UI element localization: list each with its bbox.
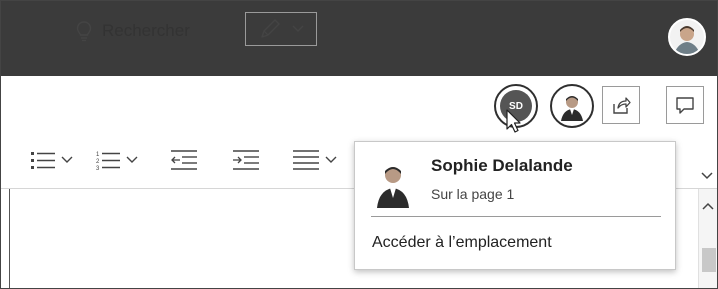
coauthor-avatar[interactable] <box>550 84 594 128</box>
lightbulb-icon <box>76 21 92 42</box>
scroll-up-button[interactable] <box>701 198 715 216</box>
pen-dropdown-button[interactable] <box>245 12 317 46</box>
account-avatar[interactable] <box>668 18 706 56</box>
chevron-up-icon <box>702 202 714 210</box>
scrollbar-thumb[interactable] <box>702 248 716 272</box>
share-button[interactable] <box>602 86 640 124</box>
decrease-indent-button[interactable] <box>170 148 198 172</box>
mouse-pointer-icon <box>506 109 522 140</box>
chevron-down-icon <box>325 156 337 163</box>
comment-icon <box>676 97 694 114</box>
chevron-down-icon <box>126 156 138 163</box>
coauthor-name: Sophie Delalande <box>431 156 573 175</box>
chevron-down-icon <box>701 172 713 180</box>
share-icon <box>613 97 631 114</box>
decrease-indent-icon <box>171 150 197 170</box>
comment-button[interactable] <box>666 86 704 124</box>
align-left-icon <box>293 150 319 170</box>
pen-icon <box>261 19 280 38</box>
person-photo-icon <box>674 26 700 54</box>
popup-divider <box>371 216 661 217</box>
svg-text:3: 3 <box>96 166 100 171</box>
increase-indent-icon <box>233 150 259 170</box>
go-to-location-link[interactable]: Accéder à l’emplacement <box>372 234 552 252</box>
numbered-list-dropdown[interactable]: 1 2 3 <box>95 148 138 172</box>
chevron-down-icon <box>292 25 304 32</box>
ribbon-expand-button[interactable] <box>700 168 714 186</box>
person-photo-icon <box>561 96 583 121</box>
coauthor-photo <box>375 162 411 208</box>
align-dropdown[interactable] <box>292 148 337 172</box>
numbered-list-icon: 1 2 3 <box>96 152 120 171</box>
svg-text:2: 2 <box>96 159 100 165</box>
search-box[interactable]: Rechercher <box>76 20 190 42</box>
bullet-list-dropdown[interactable] <box>30 148 73 172</box>
search-label: Rechercher <box>102 21 190 40</box>
coauthor-location: Sur la page 1 <box>431 186 515 202</box>
chevron-down-icon <box>61 156 73 163</box>
bullet-list-icon <box>31 152 55 169</box>
page-edge <box>9 189 10 289</box>
person-photo-icon <box>377 167 409 208</box>
increase-indent-button[interactable] <box>232 148 260 172</box>
svg-text:1: 1 <box>96 152 100 158</box>
coauthor-popup: Sophie Delalande Sur la page 1 Accéder à… <box>354 141 676 270</box>
